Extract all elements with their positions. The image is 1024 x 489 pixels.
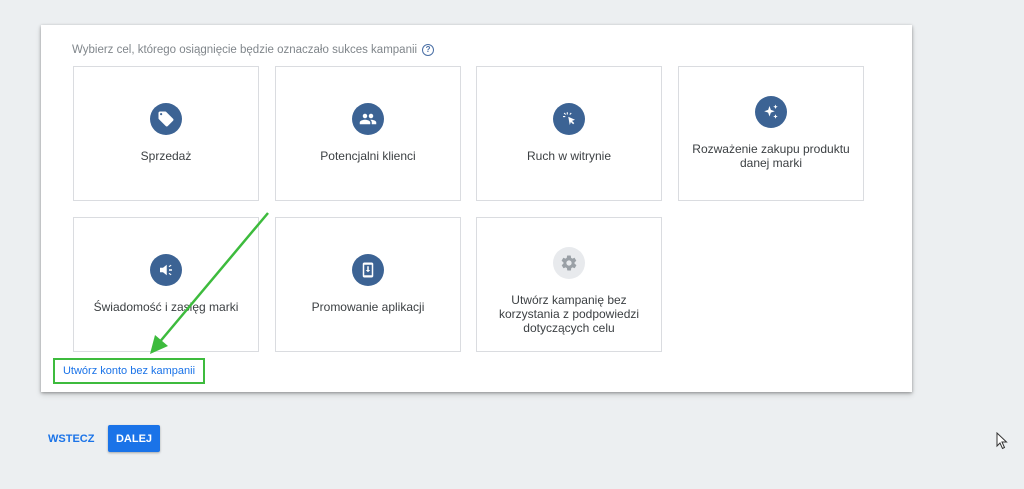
goal-tile-label: Sprzedaż [140,149,192,163]
goal-tile-label: Utwórz kampanię bez korzystania z podpow… [498,293,640,335]
goal-tile-label: Promowanie aplikacji [311,300,425,314]
help-icon[interactable]: ? [422,44,435,56]
goal-tile-website-traffic[interactable]: Ruch w witrynie [476,66,662,201]
create-account-without-campaign-link[interactable]: Utwórz konto bez kampanii [53,358,205,384]
back-button[interactable]: WSTECZ [48,426,94,452]
cursor-click-icon [553,103,585,135]
goal-selection-card: Wybierz cel, którego osiągnięcie będzie … [41,25,912,392]
goal-tile-consideration[interactable]: Rozważenie zakupu produktu danej marki [678,66,864,201]
goal-tile-label: Rozważenie zakupu produktu danej marki [692,142,850,170]
goal-prompt-text: Wybierz cel, którego osiągnięcie będzie … [72,44,418,56]
goal-tile-no-goal[interactable]: Utwórz kampanię bez korzystania z podpow… [476,217,662,352]
goal-tile-label: Świadomość i zasięg marki [93,300,239,314]
goal-tile-sales[interactable]: Sprzedaż [73,66,259,201]
goal-tile-brand-awareness[interactable]: Świadomość i zasięg marki [73,217,259,352]
sparkle-icon [755,96,787,128]
goal-prompt: Wybierz cel, którego osiągnięcie będzie … [72,44,435,56]
mouse-cursor-icon [996,431,1008,455]
next-button[interactable]: DALEJ [108,425,160,452]
goal-tile-label: Potencjalni klienci [320,149,416,163]
people-icon [352,103,384,135]
gear-icon [553,247,585,279]
megaphone-icon [150,254,182,286]
goal-tile-label: Ruch w witrynie [526,149,612,163]
goal-tile-leads[interactable]: Potencjalni klienci [275,66,461,201]
phone-download-icon [352,254,384,286]
tag-icon [150,103,182,135]
goal-tile-app-promotion[interactable]: Promowanie aplikacji [275,217,461,352]
